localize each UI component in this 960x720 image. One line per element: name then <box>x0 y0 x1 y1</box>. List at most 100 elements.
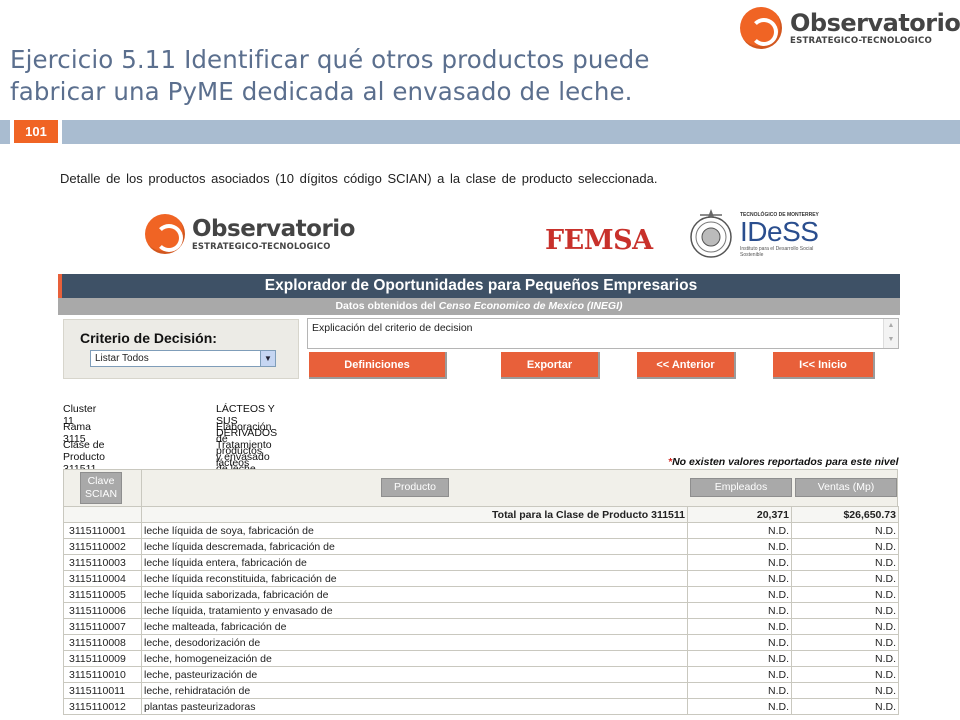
note-text: No existen valores reportados para este … <box>672 456 899 468</box>
table-row[interactable]: 3115110001 leche líquida de soya, fabrica… <box>63 522 899 539</box>
idess-wordmark: IDeSS <box>740 216 819 247</box>
scroll-up-icon[interactable]: ▲ <box>884 319 898 333</box>
scroll-down-icon[interactable]: ▼ <box>884 333 898 347</box>
slide-title: Ejercicio 5.11 Identificar qué otros pro… <box>10 45 650 106</box>
criterio-select[interactable]: Listar Todos ▼ <box>90 350 276 367</box>
row-empleados: N.D. <box>687 698 792 715</box>
row-product: leche líquida, tratamiento y envasado de <box>141 602 688 619</box>
row-code: 3115110012 <box>63 698 142 715</box>
row-empleados: N.D. <box>687 586 792 603</box>
row-empleados: N.D. <box>687 618 792 635</box>
row-ventas: N.D. <box>791 602 899 619</box>
total-label: Total para la Clase de Producto 311511 <box>141 506 688 523</box>
table-row[interactable]: 3115110007 leche malteada, fabricación de… <box>63 618 899 635</box>
observatorio-logo: Observatorio ESTRATEGICO-TECNOLOGICO <box>740 7 960 49</box>
row-code: 3115110010 <box>63 666 142 683</box>
logo-subtitle: ESTRATEGICO-TECNOLOGICO <box>192 241 331 251</box>
row-ventas: N.D. <box>791 586 899 603</box>
femsa-logo: FEMSA <box>545 225 653 256</box>
empleados-column-header[interactable]: Empleados <box>690 478 792 497</box>
row-empleados: N.D. <box>687 602 792 619</box>
row-ventas: N.D. <box>791 634 899 651</box>
row-ventas: N.D. <box>791 522 899 539</box>
row-empleados: N.D. <box>687 538 792 555</box>
app-observatorio-logo: Observatorio ESTRATEGICO-TECNOLOGICO <box>145 214 356 254</box>
row-code: 3115110002 <box>63 538 142 555</box>
table-row[interactable]: 3115110002 leche líquida descremada, fabr… <box>63 538 899 555</box>
explicacion-textarea[interactable]: Explicación del criterio de decision ▲ ▼ <box>307 318 899 349</box>
row-code: 3115110005 <box>63 586 142 603</box>
logo-name: Observatorio <box>790 8 960 37</box>
source-prefix: Datos obtenidos del <box>335 300 439 312</box>
row-empleados: N.D. <box>687 634 792 651</box>
grid-header: Clave SCIAN Producto Empleados Ventas (M… <box>63 469 898 507</box>
slide-description: Detalle de los productos asociados (10 d… <box>60 171 658 186</box>
row-product: leche líquida reconstituida, fabricación… <box>141 570 688 587</box>
row-code: 3115110003 <box>63 554 142 571</box>
row-code: 3115110011 <box>63 682 142 699</box>
row-product: leche líquida saborizada, fabricación de <box>141 586 688 603</box>
row-product: leche líquida de soya, fabricación de <box>141 522 688 539</box>
logo-name: Observatorio <box>192 216 356 242</box>
anterior-button[interactable]: << Anterior <box>637 352 736 379</box>
inicio-button[interactable]: I<< Inicio <box>773 352 875 379</box>
total-ventas: $26,650.73 <box>791 506 899 523</box>
row-ventas: N.D. <box>791 698 899 715</box>
app-title-bar: Explorador de Oportunidades para Pequeño… <box>58 274 900 298</box>
slide-number: 101 <box>14 120 58 143</box>
tec-seal-icon <box>690 209 732 258</box>
row-product: leche, rehidratación de <box>141 682 688 699</box>
row-product: leche líquida entera, fabricación de <box>141 554 688 571</box>
row-product: plantas pasteurizadoras <box>141 698 688 715</box>
explicacion-text: Explicación del criterio de decision <box>312 322 473 334</box>
definiciones-button[interactable]: Definiciones <box>309 352 447 379</box>
row-product: leche líquida descremada, fabricación de <box>141 538 688 555</box>
table-row[interactable]: 3115110003 leche líquida entera, fabricac… <box>63 554 899 571</box>
row-product: leche, homogeneización de <box>141 650 688 667</box>
row-ventas: N.D. <box>791 650 899 667</box>
exportar-button[interactable]: Exportar <box>501 352 600 379</box>
row-ventas: N.D. <box>791 682 899 699</box>
idess-logo: TECNOLÓGICO DE MONTERREY IDeSS Instituto… <box>740 212 830 258</box>
table-row[interactable]: 3115110010 leche, pasteurización de N.D. N.… <box>63 666 899 683</box>
clave-column-header[interactable]: Clave SCIAN <box>80 472 122 504</box>
row-empleados: N.D. <box>687 650 792 667</box>
table-row[interactable]: 3115110009 leche, homogeneización de N.D. N… <box>63 650 899 667</box>
row-ventas: N.D. <box>791 666 899 683</box>
row-ventas: N.D. <box>791 570 899 587</box>
row-code: 3115110006 <box>63 602 142 619</box>
row-code: 3115110004 <box>63 570 142 587</box>
row-ventas: N.D. <box>791 554 899 571</box>
row-product: leche, pasteurización de <box>141 666 688 683</box>
app-source-bar: Datos obtenidos del Censo Economico de M… <box>58 298 900 315</box>
row-code: 3115110009 <box>63 650 142 667</box>
total-empleados: 20,371 <box>687 506 792 523</box>
row-empleados: N.D. <box>687 554 792 571</box>
ventas-column-header[interactable]: Ventas (Mp) <box>795 478 897 497</box>
total-row: Total para la Clase de Producto 311511 2… <box>63 506 899 523</box>
explicacion-scrollbar[interactable]: ▲ ▼ <box>883 319 898 348</box>
table-row[interactable]: 3115110011 leche, rehidratación de N.D. N.D… <box>63 682 899 699</box>
row-ventas: N.D. <box>791 538 899 555</box>
table-row[interactable]: 3115110004 leche líquida reconstituida, f… <box>63 570 899 587</box>
row-empleados: N.D. <box>687 570 792 587</box>
row-code: 3115110008 <box>63 634 142 651</box>
row-empleados: N.D. <box>687 522 792 539</box>
criterio-panel: Criterio de Decisión: Listar Todos ▼ <box>63 319 299 379</box>
table-row[interactable]: 3115110012 plantas pasteurizadoras N.D. N.D… <box>63 698 899 715</box>
table-row[interactable]: 3115110008 leche, desodorización de N.D. N.… <box>63 634 899 651</box>
chevron-down-icon[interactable]: ▼ <box>260 351 275 366</box>
criterio-label: Criterio de Decisión: <box>80 330 217 346</box>
products-table: Total para la Clase de Producto 311511 2… <box>63 506 899 715</box>
logo-subtitle: ESTRATEGICO-TECNOLOGICO <box>790 35 933 46</box>
row-code: 3115110007 <box>63 618 142 635</box>
row-product: leche malteada, fabricación de <box>141 618 688 635</box>
table-row[interactable]: 3115110005 leche líquida saborizada, fabr… <box>63 586 899 603</box>
table-row[interactable]: 3115110006 leche líquida, tratamiento y e… <box>63 602 899 619</box>
producto-column-header[interactable]: Producto <box>381 478 449 497</box>
source-name: Censo Economico de Mexico (INEGI) <box>438 300 623 312</box>
no-values-note: *No existen valores reportados para este… <box>668 456 899 468</box>
idess-subtitle: Instituto para el Desarrollo Social Sost… <box>740 246 814 258</box>
observatorio-logo-mark-icon <box>740 7 782 49</box>
observatorio-logo-mark-icon <box>145 214 185 254</box>
